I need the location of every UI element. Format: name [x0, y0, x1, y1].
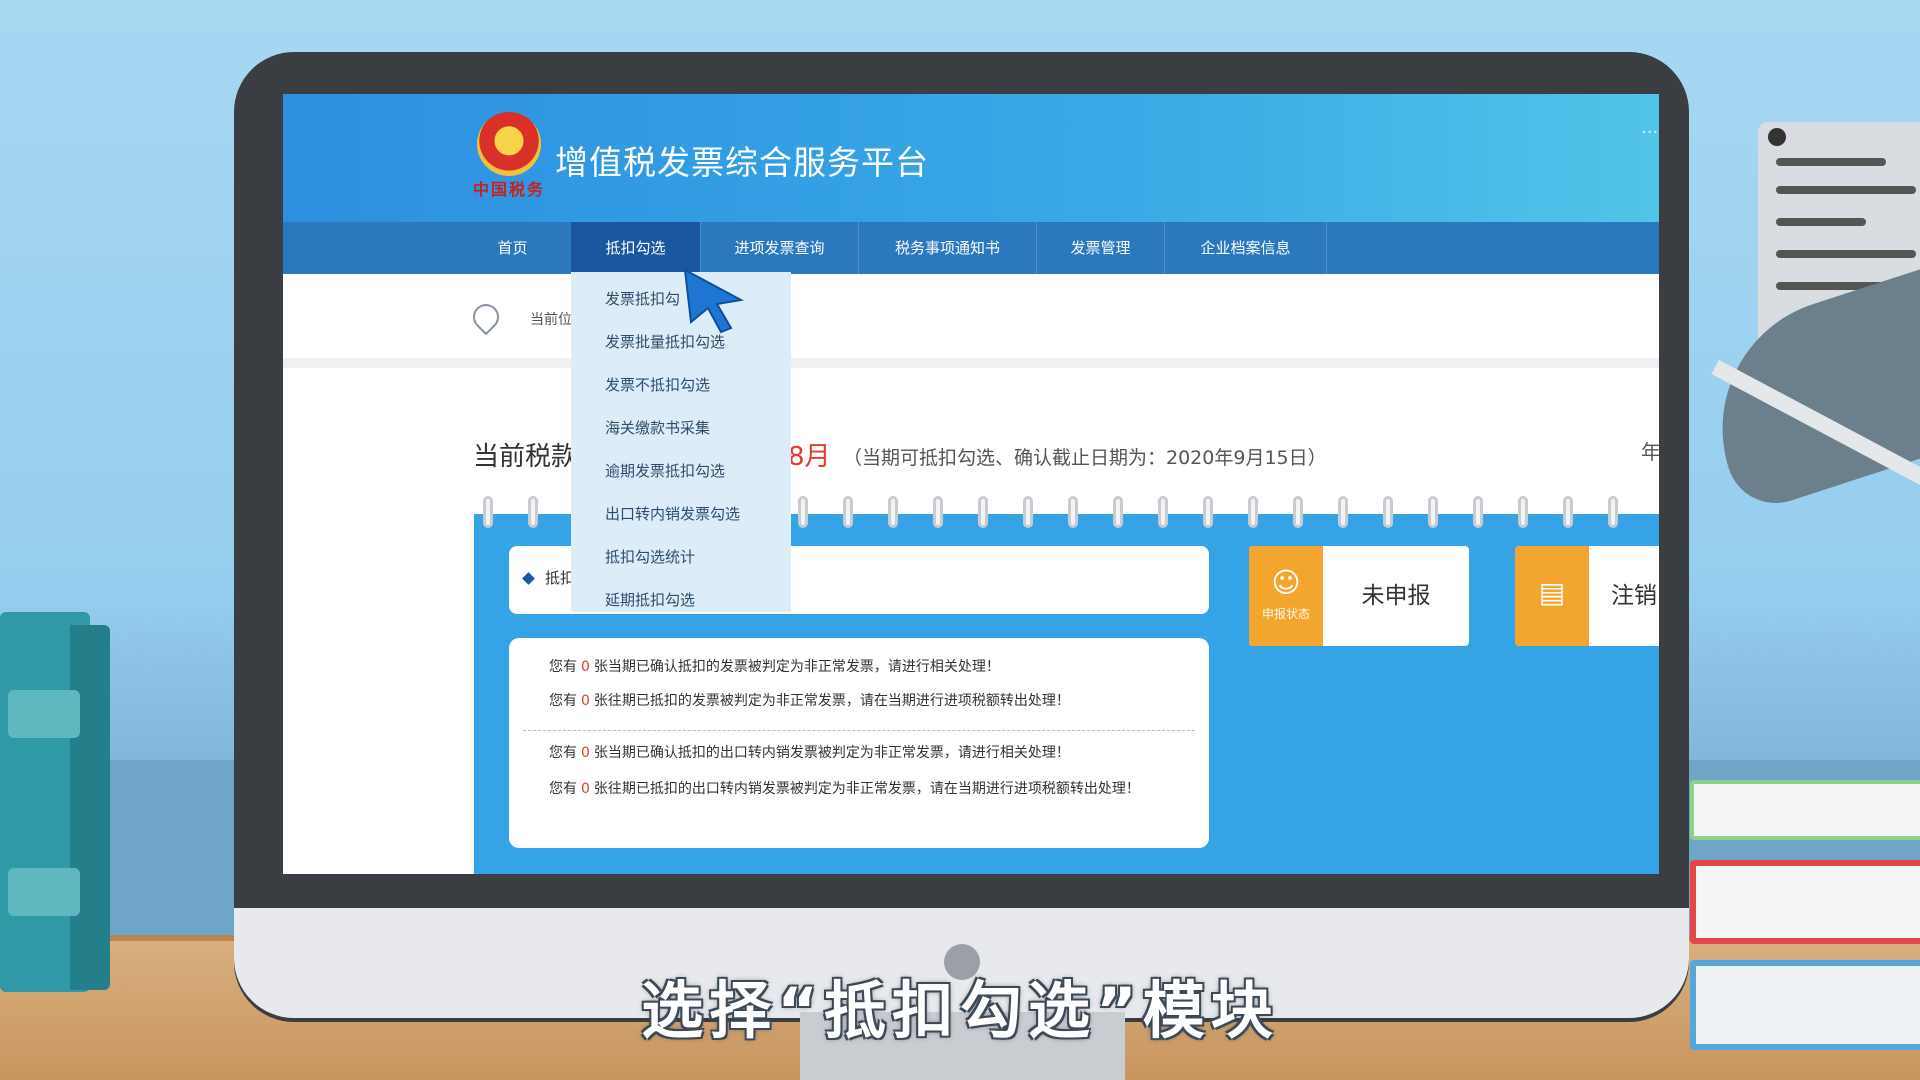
video-caption: 选择“抵扣勾选”模块 [641, 974, 1279, 1047]
notebook-ring [1158, 496, 1168, 528]
notice-prefix: 您有 [549, 659, 577, 675]
nav-invoice-management[interactable]: 发票管理 [1037, 222, 1165, 274]
notice-count[interactable]: 0 [581, 693, 590, 709]
nav-tax-notice[interactable]: 税务事项通知书 [859, 222, 1037, 274]
notebook-ring [1068, 496, 1078, 528]
notice-text: 张往期已抵扣的出口转内销发票被判定为非正常发票，请在当期进行进项税额转出处理！ [593, 781, 1140, 797]
declare-status-card[interactable]: ☺ 申报状态 未申报 [1249, 546, 1469, 646]
note-line [1776, 218, 1866, 226]
menu-item-export-to-domestic[interactable]: 出口转内销发票勾选 [605, 503, 740, 524]
notice-prefix: 您有 [549, 745, 577, 761]
notebook-ring [1293, 496, 1303, 528]
binder-label [8, 868, 80, 916]
notice-card: 您有 0 张当期已确认抵扣的发票被判定为非正常发票，请进行相关处理！ 您有 0 张往期已… [509, 638, 1209, 848]
period-year: 年 [1641, 440, 1659, 464]
cancel-status-badge: ▤ [1515, 546, 1589, 646]
menu-item-overdue-deduction[interactable]: 逾期发票抵扣勾选 [605, 460, 725, 481]
notebook-ring [528, 496, 538, 528]
note-line [1776, 158, 1886, 166]
notice-message: 您有 0 张往期已抵扣的出口转内销发票被判定为非正常发票，请在当期进行进项税额转出处… [549, 778, 1189, 800]
menu-item-non-deduction[interactable]: 发票不抵扣勾选 [605, 374, 710, 395]
notebook-ring [933, 496, 943, 528]
cancel-status-card[interactable]: ▤ 注销 [1515, 546, 1659, 646]
notebook-ring [888, 496, 898, 528]
menu-item-batch-deduction[interactable]: 发票批量抵扣勾选 [605, 331, 725, 352]
menu-item-deferred-deduction[interactable]: 延期抵扣勾选 [605, 589, 695, 610]
notice-text: 张往期已抵扣的发票被判定为非正常发票，请在当期进行进项税额转出处理！ [593, 693, 1070, 709]
notebook-ring [1473, 496, 1483, 528]
notice-message: 您有 0 张当期已确认抵扣的出口转内销发票被判定为非正常发票，请进行相关处理！ [549, 742, 1189, 764]
notebook-ring [1248, 496, 1258, 528]
notebook-ring [483, 496, 493, 528]
more-icon[interactable]: ··· [1641, 122, 1658, 143]
site-title: 增值税发票综合服务平台 [555, 143, 929, 182]
notice-message: 您有 0 张当期已确认抵扣的发票被判定为非正常发票，请进行相关处理！ [549, 656, 1189, 678]
binder-side [70, 625, 110, 990]
binder-label [8, 690, 80, 738]
notice-prefix: 您有 [549, 693, 577, 709]
menu-item-customs-collection[interactable]: 海关缴款书采集 [605, 417, 710, 438]
period-month: 8月 [788, 442, 831, 472]
notice-prefix: 您有 [549, 781, 577, 797]
mouse-cursor-icon [683, 268, 745, 334]
emblem-text: 中国税务 [473, 180, 546, 199]
notebook-ring [1203, 496, 1213, 528]
nav-home[interactable]: 首页 [453, 222, 573, 274]
cancel-status-value: 注销 [1611, 583, 1657, 609]
period-label: 当前税款 [473, 442, 578, 472]
notebook-ring [1563, 496, 1573, 528]
notebook-ring [843, 496, 853, 528]
nav-enterprise-profile[interactable]: 企业档案信息 [1165, 222, 1327, 274]
notebook-ring [1023, 496, 1033, 528]
notice-text: 张当期已确认抵扣的出口转内销发票被判定为非正常发票，请进行相关处理！ [593, 745, 1070, 761]
divider [523, 730, 1195, 731]
notebook-ring [1518, 496, 1528, 528]
notebook-ring [1383, 496, 1393, 528]
breadcrumb: 当前位 [530, 312, 572, 328]
declare-status-badge: ☺ 申报状态 [1249, 546, 1323, 646]
pin [1768, 128, 1786, 146]
notebook-ring [798, 496, 808, 528]
notice-count[interactable]: 0 [581, 781, 590, 797]
document-icon: ▤ [1538, 576, 1566, 609]
main-nav: 首页 抵扣勾选 进项发票查询 税务事项通知书 发票管理 企业档案信息 [283, 222, 1659, 274]
notebook-ring [1608, 496, 1618, 528]
note-line [1776, 186, 1916, 194]
screen: 中国税务 增值税发票综合服务平台 ··· 首页 抵扣勾选 进项发票查询 税务事项… [283, 94, 1659, 874]
notice-count[interactable]: 0 [581, 659, 590, 675]
note-line [1776, 250, 1916, 258]
notebook-ring [1338, 496, 1348, 528]
notice-count[interactable]: 0 [581, 745, 590, 761]
notebook-ring [1113, 496, 1123, 528]
book [1690, 860, 1920, 944]
notebook-ring [978, 496, 988, 528]
declare-status-value: 未申报 [1361, 583, 1431, 609]
book [1690, 780, 1920, 840]
menu-item-invoice-deduction[interactable]: 发票抵扣勾 [605, 288, 680, 309]
notebook-ring [1428, 496, 1438, 528]
user-search-icon: ☺ [1271, 566, 1301, 599]
notice-text: 张当期已确认抵扣的发票被判定为非正常发票，请进行相关处理！ [593, 659, 1000, 675]
tax-emblem-icon [477, 112, 541, 176]
menu-item-deduction-statistics[interactable]: 抵扣勾选统计 [605, 546, 695, 567]
notice-message: 您有 0 张往期已抵扣的发票被判定为非正常发票，请在当期进行进项税额转出处理！ [549, 690, 1189, 712]
declare-status-caption: 申报状态 [1261, 607, 1310, 621]
period-deadline-note: （当期可抵扣勾选、确认截止日期为：2020年9月15日） [843, 447, 1327, 469]
